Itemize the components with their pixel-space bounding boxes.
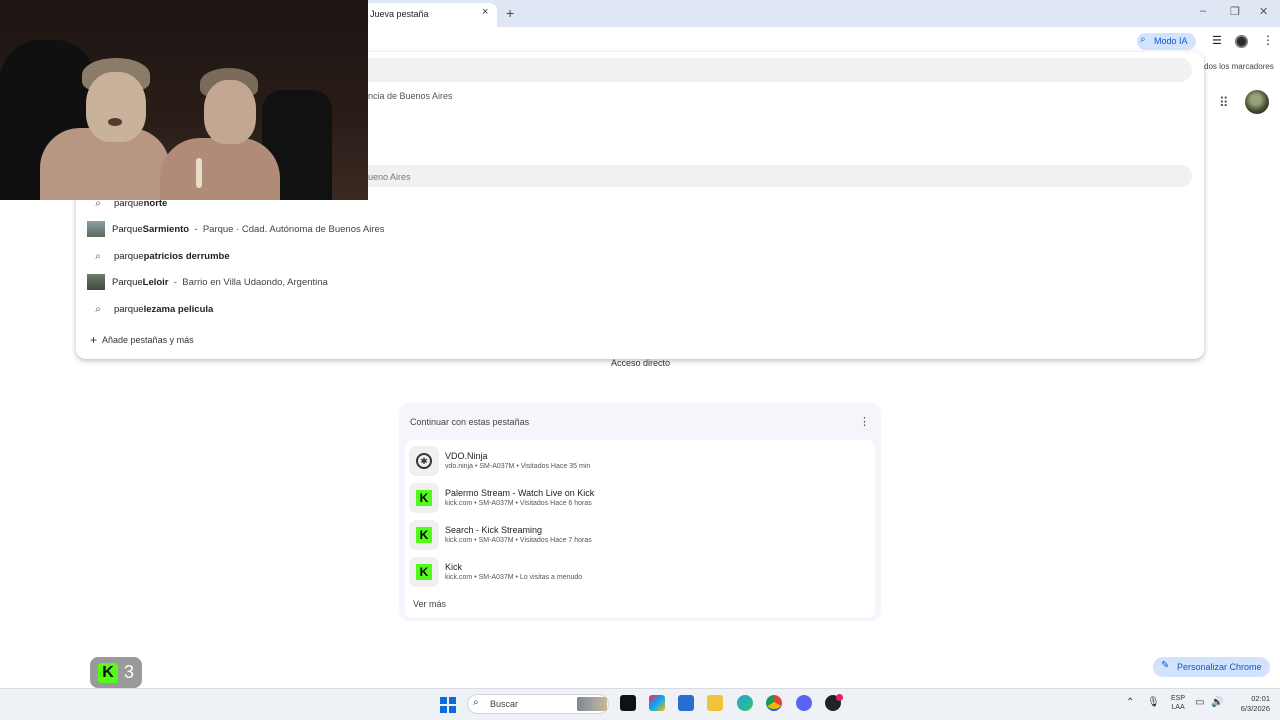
- card-menu-icon[interactable]: ⋮: [859, 415, 870, 428]
- suggestion-prefix: parque: [114, 303, 144, 315]
- google-account-avatar[interactable]: [1245, 90, 1269, 114]
- card-title: Continuar con estas pestañas: [410, 417, 530, 427]
- person-head: [204, 80, 256, 144]
- search-icon: ⌕: [473, 697, 479, 708]
- lang-layout: LAA: [1171, 704, 1185, 711]
- person-head: [86, 72, 146, 142]
- webcam-overlay: [0, 0, 368, 200]
- cable: [196, 158, 202, 188]
- tab-title: Jueva pestaña: [370, 9, 429, 19]
- omnibox-suggestion-text[interactable]: ncia de Buenos Aires: [368, 91, 453, 101]
- tab-new-tab[interactable]: Jueva pestaña: [362, 3, 497, 27]
- search-highlight-image: [577, 697, 607, 711]
- maximize-button[interactable]: ❐: [1230, 5, 1240, 18]
- suggestion-bold: Leloir: [142, 276, 169, 288]
- kick-icon: K: [409, 483, 439, 513]
- suggestion-row[interactable]: Parque Leloir - Barrio en Villa Udaondo,…: [87, 270, 688, 294]
- file-explorer-icon[interactable]: [707, 695, 723, 711]
- tab-row-title: Kick: [445, 562, 463, 572]
- taskbar-clock[interactable]: 02:01 6/3/2026: [1228, 694, 1270, 714]
- tab-row-title: Search - Kick Streaming: [445, 525, 543, 535]
- volume-icon[interactable]: 🔊: [1211, 697, 1223, 708]
- suggestion-bold: Sarmiento: [142, 223, 190, 235]
- pencil-icon: ✎: [1161, 660, 1170, 671]
- customize-chrome-button[interactable]: Personalizar Chrome: [1153, 657, 1270, 677]
- microphone-icon[interactable]: 🎙: [1147, 697, 1160, 708]
- suggestion-subtext: - Parque · Cdad. Autónoma de Buenos Aire…: [189, 223, 385, 235]
- tab-row[interactable]: K Palermo Stream - Watch Live on Kick ki…: [409, 483, 869, 516]
- suggestion-row[interactable]: Parque Sarmiento - Parque · Cdad. Autóno…: [87, 217, 688, 241]
- person-torso: [160, 138, 280, 200]
- suggestion-row[interactable]: ⌕ parque lezama pelicula: [88, 297, 688, 321]
- lang-code: ESP: [1171, 695, 1186, 702]
- minimize-button[interactable]: –: [1200, 5, 1206, 17]
- tab-row[interactable]: K Search - Kick Streaming kick.com • SM-…: [409, 520, 869, 553]
- tab-row-title: Palermo Stream - Watch Live on Kick: [445, 488, 595, 498]
- clock-time: 02:01: [1251, 694, 1270, 703]
- language-indicator[interactable]: ESP LAA: [1171, 694, 1185, 712]
- windows-start-icon[interactable]: [440, 697, 456, 713]
- apps-grid-icon[interactable]: ⠿: [1219, 95, 1228, 111]
- tab-row-meta: kick.com • SM-A037M • Lo visitas a menud…: [445, 574, 583, 581]
- modo-ia-button[interactable]: Modo IA: [1137, 33, 1196, 50]
- new-tab-button[interactable]: +: [506, 5, 514, 21]
- add-tabs-button[interactable]: + Añade pestañas y más: [90, 333, 194, 347]
- place-thumbnail: [87, 274, 105, 290]
- notification-dot: [836, 694, 843, 701]
- vdo-ninja-icon: ✱: [409, 446, 439, 476]
- tab-row[interactable]: K Kick kick.com • SM-A037M • Lo visitas …: [409, 557, 869, 590]
- edge-icon[interactable]: [737, 695, 753, 711]
- suggestion-bold: lezama pelicula: [143, 303, 214, 315]
- close-tab-icon[interactable]: ×: [482, 6, 488, 18]
- shortcut-label[interactable]: Acceso directo: [611, 358, 670, 368]
- suggestion-bold: patricios derrumbe: [143, 250, 230, 262]
- taskbar: [0, 688, 1280, 720]
- see-more-link[interactable]: Ver más: [413, 599, 446, 609]
- kick-icon: K: [409, 557, 439, 587]
- suggestion-subtext: - Barrio en Villa Udaondo, Argentina: [168, 276, 328, 288]
- close-window-button[interactable]: ✕: [1259, 5, 1268, 18]
- tab-row[interactable]: ✱ VDO.Ninja vdo.ninja • SM-A037M • Visit…: [409, 446, 869, 479]
- kick-icon: K: [409, 520, 439, 550]
- omnibox-selected-text[interactable]: ueno Aires: [368, 172, 411, 182]
- suggestion-prefix: parque: [114, 250, 144, 262]
- omnibox-input[interactable]: [360, 58, 1192, 82]
- plus-icon: +: [90, 333, 98, 347]
- search-icon: ⌕: [95, 250, 101, 262]
- epic-games-icon[interactable]: [620, 695, 636, 711]
- mouth: [108, 118, 122, 126]
- viewer-count: 3: [123, 662, 134, 682]
- search-icon: ⌕: [95, 303, 101, 315]
- suggestion-row[interactable]: ⌕ parque patricios derrumbe: [88, 244, 688, 268]
- kick-icon: K: [97, 662, 118, 683]
- tab-row-meta: kick.com • SM-A037M • Visitados Hace 7 h…: [445, 537, 592, 544]
- suggestion-prefix: Parque: [112, 276, 143, 288]
- tab-row-meta: vdo.ninja • SM-A037M • Visitados Hace 35…: [445, 463, 591, 470]
- discord-icon[interactable]: [796, 695, 812, 711]
- chrome-icon[interactable]: [766, 695, 782, 711]
- profile-avatar[interactable]: [1235, 35, 1248, 48]
- search-icon: ⌕: [1140, 34, 1146, 45]
- place-thumbnail: [87, 221, 105, 237]
- all-bookmarks-link[interactable]: dos los marcadores: [1204, 62, 1274, 71]
- add-tabs-label: Añade pestañas y más: [102, 335, 194, 345]
- copilot-icon[interactable]: [649, 695, 665, 711]
- omnibox-selected-row[interactable]: [360, 165, 1192, 187]
- tab-row-title: VDO.Ninja: [445, 451, 488, 461]
- more-menu-icon[interactable]: ⋮: [1262, 33, 1274, 47]
- clock-date: 6/3/2026: [1240, 704, 1270, 713]
- network-icon[interactable]: ▭: [1195, 697, 1204, 708]
- tab-row-meta: kick.com • SM-A037M • Visitados Hace 6 h…: [445, 500, 592, 507]
- chevron-up-icon[interactable]: ⌃: [1126, 697, 1134, 708]
- store-icon[interactable]: [678, 695, 694, 711]
- suggestion-prefix: Parque: [112, 223, 143, 235]
- kick-floating-widget[interactable]: K 3: [90, 657, 142, 688]
- reading-list-icon[interactable]: ☰: [1212, 34, 1222, 47]
